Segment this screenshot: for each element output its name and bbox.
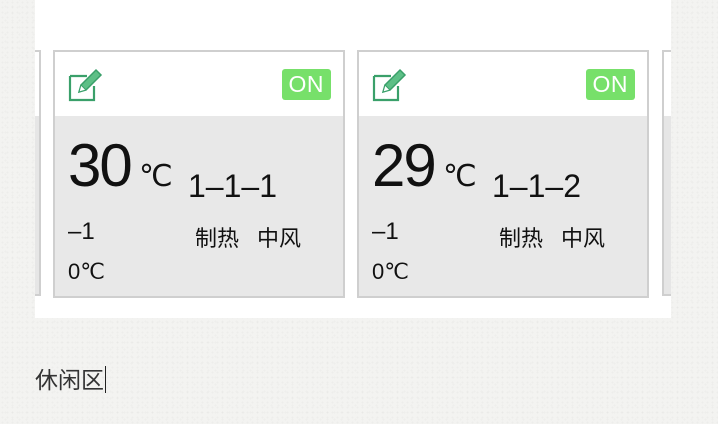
ac-card[interactable]: ON 30 ℃ 1–1–1 –1 制热 中风 0℃ — [53, 50, 345, 298]
mode-label: 制热 — [499, 227, 544, 252]
mode-label: 制热 — [195, 227, 240, 252]
partial-card-left[interactable] — [35, 50, 41, 296]
fan-speed-label: 中风 — [257, 227, 302, 252]
zone-name-text: 休闲区 — [35, 368, 104, 394]
sub-value: –1 — [372, 218, 399, 245]
edit-icon[interactable] — [371, 67, 407, 103]
power-status-badge[interactable]: ON — [585, 69, 635, 100]
room-id: 1–1–2 — [492, 168, 581, 204]
partial-card-right[interactable] — [662, 50, 671, 296]
power-status-badge[interactable]: ON — [281, 69, 331, 100]
card-header: ON — [359, 52, 647, 116]
temperature-unit: ℃ — [443, 159, 477, 194]
set-temperature: 0℃ — [372, 259, 409, 284]
sub-value: –1 — [68, 218, 95, 245]
room-id: 1–1–1 — [188, 168, 277, 204]
fan-speed-label: 中风 — [561, 227, 606, 252]
text-caret — [105, 366, 106, 393]
ac-card[interactable]: ON 29 ℃ 1–1–2 –1 制热 中风 0℃ — [357, 50, 649, 298]
zone-name-field[interactable]: 休闲区 — [35, 365, 106, 397]
set-temperature: 0℃ — [68, 259, 105, 284]
edit-icon[interactable] — [67, 67, 103, 103]
current-temperature: 29 — [372, 132, 437, 199]
current-temperature: 30 — [68, 132, 133, 199]
temperature-unit: ℃ — [139, 159, 173, 194]
card-header: ON — [55, 52, 343, 116]
